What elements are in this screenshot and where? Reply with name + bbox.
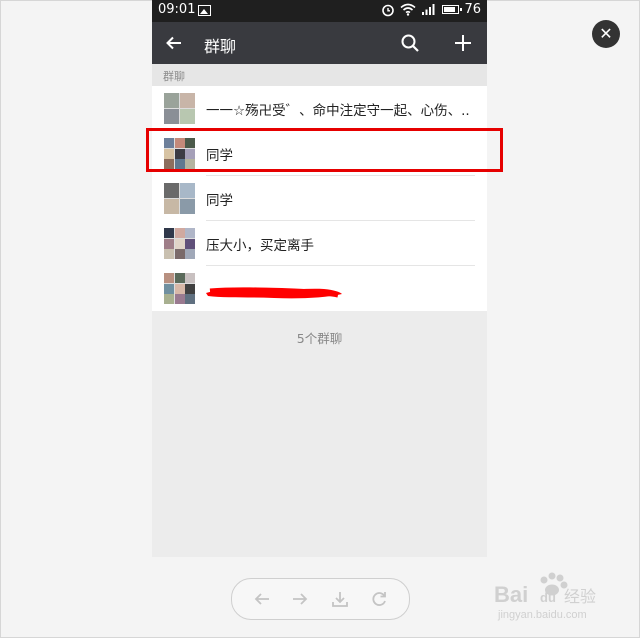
viewer-toolbar: [231, 578, 410, 620]
previous-arrow-icon[interactable]: [252, 589, 272, 609]
status-bar: 09:01 76: [152, 0, 487, 22]
rotate-icon[interactable]: [369, 589, 389, 609]
group-name: 一一☆殇卍受゛、命中注定守一起、心伤、..: [206, 103, 470, 119]
group-avatar: [164, 273, 195, 304]
back-arrow-icon[interactable]: [164, 33, 184, 53]
status-time: 09:01: [158, 2, 196, 17]
group-item[interactable]: 同学: [152, 176, 487, 221]
phone-screenshot: 09:01 76 群聊 群聊 一一☆殇卍受゛、命中注定守一起、心伤、.. 同学 …: [152, 0, 487, 557]
group-avatar: [164, 183, 195, 214]
group-item[interactable]: 一一☆殇卍受゛、命中注定守一起、心伤、..: [152, 86, 487, 131]
baidu-jingyan-watermark: Bai du 经验 jingyan.baidu.com: [494, 572, 596, 621]
image-notification-icon: [198, 5, 211, 16]
title-bar: 群聊: [152, 22, 487, 64]
signal-4g-icon: [422, 4, 435, 15]
watermark-cn: 经验: [564, 587, 596, 606]
redaction-scribble: [206, 287, 342, 299]
group-count-text: 5个群聊: [296, 331, 343, 346]
group-avatar: [164, 93, 195, 124]
watermark-brand: Bai: [494, 582, 528, 607]
search-icon[interactable]: [400, 33, 420, 53]
group-item[interactable]: 压大小，买定离手: [152, 221, 487, 266]
section-header: 群聊: [152, 64, 487, 86]
close-viewer-button[interactable]: ✕: [592, 20, 620, 48]
close-icon: ✕: [599, 24, 613, 43]
watermark-url: jingyan.baidu.com: [497, 609, 587, 621]
wifi-icon: [400, 3, 416, 16]
next-arrow-icon[interactable]: [290, 589, 310, 609]
watermark-paw-text: du: [540, 590, 556, 605]
group-item[interactable]: [152, 266, 487, 311]
section-label: 群聊: [163, 70, 185, 83]
battery-level: 76: [464, 2, 481, 17]
battery-icon: [442, 5, 463, 14]
group-list: 一一☆殇卍受゛、命中注定守一起、心伤、.. 同学 同学 压大小，买定离手: [152, 86, 487, 311]
group-name: 同学: [206, 193, 233, 209]
highlight-annotation-box: [146, 128, 503, 172]
group-avatar: [164, 228, 195, 259]
alarm-icon: [382, 4, 395, 16]
page-title: 群聊: [204, 37, 237, 56]
add-icon[interactable]: [452, 32, 474, 54]
group-name: 压大小，买定离手: [206, 238, 314, 254]
download-icon[interactable]: [330, 589, 350, 609]
